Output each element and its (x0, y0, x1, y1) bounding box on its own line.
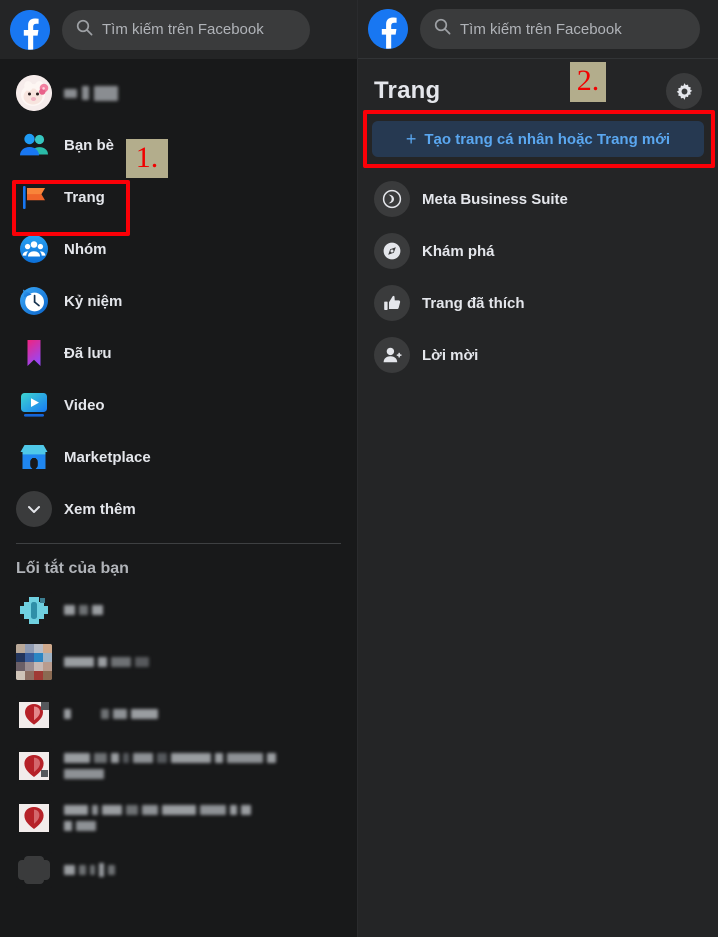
list-item[interactable] (0, 740, 357, 792)
page-title: Trang (374, 77, 441, 104)
invites-person-add-icon (374, 337, 410, 373)
shortcut-label-redacted (64, 802, 255, 834)
marketplace-shop-icon (16, 439, 52, 475)
sidebar-item-label: Marketplace (64, 448, 151, 466)
gear-icon[interactable] (666, 73, 702, 109)
search-input[interactable]: Tìm kiếm trên Facebook (420, 9, 700, 49)
sidebar-item-memories[interactable]: Kỷ niệm (8, 275, 349, 327)
sidebar-item-friends[interactable]: Bạn bè (8, 119, 349, 171)
sidebar-item-label: Trang (64, 188, 105, 206)
sidebar-item-label: Video (64, 396, 105, 414)
search-icon (76, 19, 93, 41)
pages-item-invites[interactable]: Lời mời (366, 329, 710, 381)
chevron-down-icon (16, 491, 52, 527)
shortcut-label-redacted (64, 602, 107, 618)
sidebar-item-see-more[interactable]: Xem thêm (8, 483, 349, 535)
list-item[interactable] (0, 688, 357, 740)
groups-icon (16, 231, 52, 267)
pages-header: Trang (358, 59, 718, 115)
pages-item-explore[interactable]: Khám phá (366, 225, 710, 277)
avatar (16, 75, 52, 111)
sidebar-item-groups[interactable]: Nhóm (8, 223, 349, 275)
game-shortcut-thumb (16, 592, 52, 628)
shortcut-label-redacted (64, 750, 280, 782)
pages-menu-list: Meta Business Suite Khám phá Trang đã th… (358, 159, 718, 381)
pages-item-meta-business-suite[interactable]: Meta Business Suite (366, 173, 710, 225)
search-icon (434, 18, 451, 40)
search-input[interactable]: Tìm kiếm trên Facebook (62, 9, 310, 50)
create-page-button[interactable]: + Tạo trang cá nhân hoặc Trang mới (372, 121, 704, 157)
group-shortcut-thumb-1 (16, 696, 52, 732)
explore-icon (374, 233, 410, 269)
saved-bookmark-icon (16, 335, 52, 371)
dark-shortcut-thumb (16, 852, 52, 888)
sidebar-item-video[interactable]: Video (8, 379, 349, 431)
group-shortcut-thumb-2 (16, 748, 52, 784)
left-sidebar-panel: Tìm kiếm trên Facebook Bạn bè Trang Nhóm… (0, 0, 358, 937)
search-placeholder: Tìm kiếm trên Facebook (102, 21, 264, 38)
facebook-logo[interactable] (368, 9, 408, 49)
pages-item-liked-pages[interactable]: Trang đã thích (366, 277, 710, 329)
list-item[interactable] (0, 636, 357, 688)
list-item[interactable] (0, 844, 357, 896)
pages-item-label: Meta Business Suite (422, 190, 568, 208)
thumbs-up-icon (374, 285, 410, 321)
shortcut-label-redacted (64, 860, 119, 880)
sidebar-item-label: Kỷ niệm (64, 292, 123, 310)
right-topbar: Tìm kiếm trên Facebook (358, 0, 718, 59)
sidebar-item-label: Xem thêm (64, 500, 136, 518)
list-item[interactable] (0, 792, 357, 844)
group-shortcut-thumb-3 (16, 800, 52, 836)
profile-name-redacted (64, 85, 118, 101)
shortcut-label-redacted (64, 654, 153, 670)
left-topbar: Tìm kiếm trên Facebook (0, 0, 357, 59)
create-page-label: Tạo trang cá nhân hoặc Trang mới (424, 130, 671, 148)
sidebar-item-label: Bạn bè (64, 136, 115, 154)
sidebar-item-pages[interactable]: Trang (8, 171, 349, 223)
search-placeholder: Tìm kiếm trên Facebook (460, 20, 622, 38)
friends-icon (16, 127, 52, 163)
sidebar-item-saved[interactable]: Đã lưu (8, 327, 349, 379)
memories-clock-icon (16, 283, 52, 319)
sidebar-nav-list: Bạn bè Trang Nhóm Kỷ niệm Đã lưu Video M… (0, 59, 357, 535)
shortcuts-heading: Lối tắt của bạn (16, 560, 129, 577)
pages-item-label: Trang đã thích (422, 294, 525, 312)
sidebar-item-label: Nhóm (64, 240, 107, 258)
sidebar-item-label: Đã lưu (64, 344, 112, 362)
plus-icon: + (405, 129, 417, 149)
meta-business-suite-icon (374, 181, 410, 217)
create-page-wrap: + Tạo trang cá nhân hoặc Trang mới (358, 115, 718, 159)
pages-panel: Tìm kiếm trên Facebook Trang + Tạo trang… (358, 0, 718, 937)
video-icon (16, 387, 52, 423)
palette-shortcut-thumb (16, 644, 52, 680)
sidebar-item-profile[interactable] (8, 67, 349, 119)
shortcut-label-redacted (64, 706, 162, 722)
pages-flag-icon (16, 179, 52, 215)
facebook-logo[interactable] (10, 9, 50, 50)
pages-item-label: Khám phá (422, 242, 495, 260)
list-item[interactable] (0, 584, 357, 636)
pages-item-label: Lời mời (422, 346, 479, 364)
sidebar-item-marketplace[interactable]: Marketplace (8, 431, 349, 483)
facebook-pages-screen: Tìm kiếm trên Facebook Bạn bè Trang Nhóm… (0, 0, 718, 937)
